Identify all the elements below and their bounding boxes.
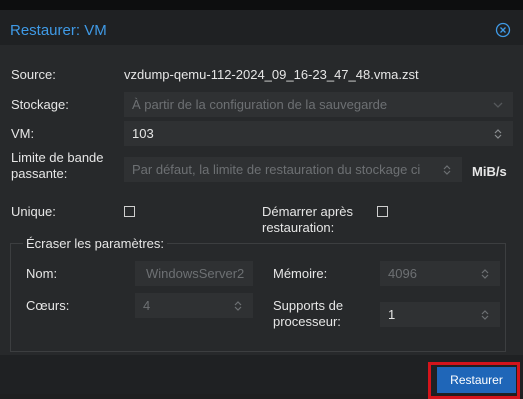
sockets-label-line1: Supports de xyxy=(273,298,344,313)
background-window-strip xyxy=(0,0,523,10)
memory-placeholder: 4096 xyxy=(388,266,417,281)
bandwidth-limit-input[interactable]: Par défaut, la limite de restauration du… xyxy=(124,157,462,182)
bandwidth-label-line1: Limite de bande xyxy=(11,150,104,165)
sockets-input[interactable]: 1 xyxy=(380,302,500,327)
dialog-titlebar: Restaurer: VM xyxy=(0,10,523,45)
spinner-arrows-icon[interactable] xyxy=(479,267,491,281)
override-settings-legend: Écraser les paramètres: xyxy=(23,236,167,252)
storage-select[interactable]: À partir de la configuration de la sauve… xyxy=(124,92,513,117)
storage-label: Stockage: xyxy=(11,97,69,112)
restore-button[interactable]: Restaurer xyxy=(437,367,516,393)
spinner-arrows-icon[interactable] xyxy=(441,163,453,177)
vm-label: VM: xyxy=(11,126,35,141)
vm-name-input[interactable]: WindowsServer2 xyxy=(135,261,253,286)
unique-checkbox[interactable] xyxy=(124,206,135,217)
spinner-arrows-icon[interactable] xyxy=(492,127,504,141)
cores-input[interactable]: 4 xyxy=(135,293,253,318)
cores-label: Cœurs: xyxy=(26,298,70,313)
memory-label: Mémoire: xyxy=(273,266,328,281)
vm-name-placeholder: WindowsServer2 xyxy=(146,266,245,281)
name-label: Nom: xyxy=(26,266,58,281)
start-after-restore-label-line2: restauration: xyxy=(262,220,335,235)
bandwidth-label-line2: passante: xyxy=(11,166,68,181)
memory-input[interactable]: 4096 xyxy=(380,261,500,286)
restore-vm-dialog: Restaurer: VM Source: vzdump-qemu-112-20… xyxy=(0,10,523,399)
storage-select-value: À partir de la configuration de la sauve… xyxy=(132,97,388,112)
vm-id-value: 103 xyxy=(132,126,154,141)
bandwidth-unit: MiB/s xyxy=(472,164,507,179)
dialog-title: Restaurer: VM xyxy=(10,22,107,39)
sockets-label-line2: processeur: xyxy=(273,314,341,329)
override-settings-group xyxy=(10,243,506,352)
start-after-restore-checkbox[interactable] xyxy=(377,206,388,217)
spinner-arrows-icon[interactable] xyxy=(232,299,244,313)
source-label: Source: xyxy=(11,67,56,82)
bandwidth-limit-placeholder: Par défaut, la limite de restauration du… xyxy=(132,162,421,177)
source-value: vzdump-qemu-112-2024_09_16-23_47_48.vma.… xyxy=(124,67,419,82)
chevron-down-icon xyxy=(493,102,503,108)
start-after-restore-label-line1: Démarrer après xyxy=(262,204,354,219)
spinner-arrows-icon[interactable] xyxy=(479,308,491,322)
vm-id-input[interactable]: 103 xyxy=(124,121,513,146)
cores-placeholder: 4 xyxy=(143,298,151,313)
unique-label: Unique: xyxy=(11,204,56,219)
sockets-value: 1 xyxy=(388,307,396,322)
close-icon[interactable] xyxy=(495,22,511,38)
